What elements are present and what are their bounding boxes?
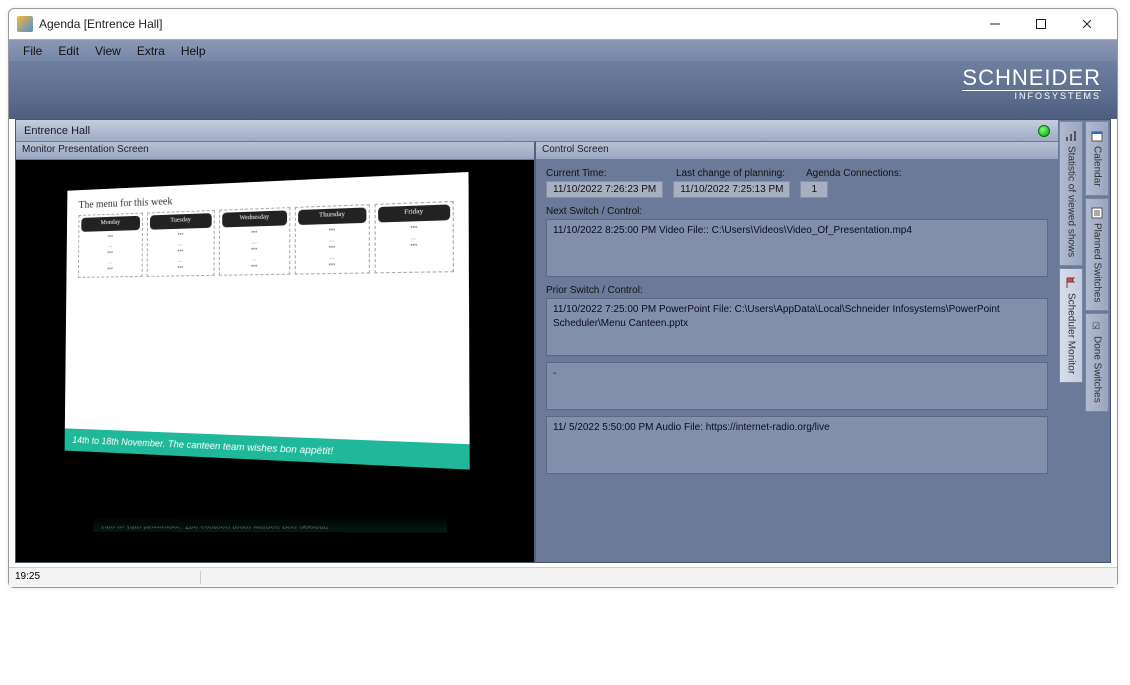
titlebar: Agenda [Entrence Hall] xyxy=(9,9,1117,39)
monitor-preview: The menu for this week Monday***…***…***… xyxy=(16,160,534,562)
tab-statistic-label: Statistic of viewed shows xyxy=(1066,146,1077,257)
prior-switch-box-1: - xyxy=(546,362,1048,410)
day-tuesday: Tuesday xyxy=(150,213,212,229)
maximize-button[interactable] xyxy=(1027,14,1055,34)
day-wednesday: Wednesday xyxy=(222,210,287,227)
menu-file[interactable]: File xyxy=(15,44,50,58)
calendar-icon xyxy=(1091,130,1103,142)
brand-sub: INFOSYSTEMS xyxy=(962,90,1101,101)
day-monday: Monday xyxy=(81,216,140,232)
control-title: Control Screen xyxy=(536,142,1058,160)
slide-banner: 14th to 18th November. The canteen team … xyxy=(65,428,470,469)
label-prior-switch: Prior Switch / Control: xyxy=(546,285,1048,296)
value-connections: 1 xyxy=(800,181,828,198)
presentation-slide: The menu for this week Monday***…***…***… xyxy=(65,172,470,470)
tab-scheduler-monitor[interactable]: Scheduler Monitor xyxy=(1059,268,1083,383)
label-current-time: Current Time: xyxy=(546,168,666,179)
minimize-button[interactable] xyxy=(981,14,1009,34)
control-pane: Control Screen Current Time: Last change… xyxy=(536,142,1058,562)
tab-done-switches[interactable]: ☑ Done Switches xyxy=(1085,313,1109,412)
tab-planned-label: Planned Switches xyxy=(1092,223,1103,303)
menu-edit[interactable]: Edit xyxy=(50,44,87,58)
label-next-switch: Next Switch / Control: xyxy=(546,206,1048,217)
checkbox-icon: ☑ xyxy=(1092,322,1102,332)
tab-planned-switches[interactable]: Planned Switches xyxy=(1085,198,1109,312)
day-friday: Friday xyxy=(378,204,450,222)
location-label: Entrence Hall xyxy=(24,125,90,137)
prior-switch-box-2: 11/ 5/2022 5:50:00 PM Audio File: https:… xyxy=(546,416,1048,474)
day-thursday: Thursday xyxy=(298,207,366,224)
brand-logo: SCHNEIDER INFOSYSTEMS xyxy=(962,67,1101,101)
status-time: 19:25 xyxy=(15,571,201,584)
label-connections: Agenda Connections: xyxy=(806,168,902,179)
brand-bar: SCHNEIDER INFOSYSTEMS xyxy=(9,61,1117,119)
tab-done-label: Done Switches xyxy=(1092,336,1103,403)
app-icon xyxy=(17,16,33,32)
monitor-title: Monitor Presentation Screen xyxy=(16,142,534,160)
menu-view[interactable]: View xyxy=(87,44,129,58)
slide-reflection: 14th to 18th November. The canteen team … xyxy=(94,515,447,532)
list-icon xyxy=(1091,207,1103,219)
statusbar: 19:25 xyxy=(9,567,1117,587)
side-tabs: Statistic of viewed shows Scheduler Moni… xyxy=(1058,120,1110,562)
value-current-time: 11/10/2022 7:26:23 PM xyxy=(546,181,663,198)
prior-switch-box-0: 11/10/2022 7:25:00 PM PowerPoint File: C… xyxy=(546,298,1048,356)
workarea: Entrence Hall Monitor Presentation Scree… xyxy=(15,119,1111,563)
monitor-pane: Monitor Presentation Screen The menu for… xyxy=(16,142,536,562)
brand-name: SCHNEIDER xyxy=(962,65,1101,90)
menubar: File Edit View Extra Help xyxy=(9,39,1117,61)
status-indicator-icon xyxy=(1038,125,1050,137)
location-header: Entrence Hall xyxy=(16,120,1058,142)
flag-icon xyxy=(1065,277,1077,289)
menu-extra[interactable]: Extra xyxy=(129,44,173,58)
tab-scheduler-label: Scheduler Monitor xyxy=(1066,293,1077,374)
tab-calendar[interactable]: Calendar xyxy=(1085,121,1109,196)
chart-icon xyxy=(1065,130,1077,142)
next-switch-box: 11/10/2022 8:25:00 PM Video File:: C:\Us… xyxy=(546,219,1048,277)
value-last-change: 11/10/2022 7:25:13 PM xyxy=(673,181,790,198)
window-title: Agenda [Entrence Hall] xyxy=(39,17,981,31)
close-button[interactable] xyxy=(1073,14,1101,34)
label-last-change: Last change of planning: xyxy=(676,168,796,179)
app-window: Agenda [Entrence Hall] File Edit View Ex… xyxy=(8,8,1118,588)
tab-calendar-label: Calendar xyxy=(1092,146,1103,187)
tab-statistic[interactable]: Statistic of viewed shows xyxy=(1059,121,1083,266)
menu-help[interactable]: Help xyxy=(173,44,214,58)
